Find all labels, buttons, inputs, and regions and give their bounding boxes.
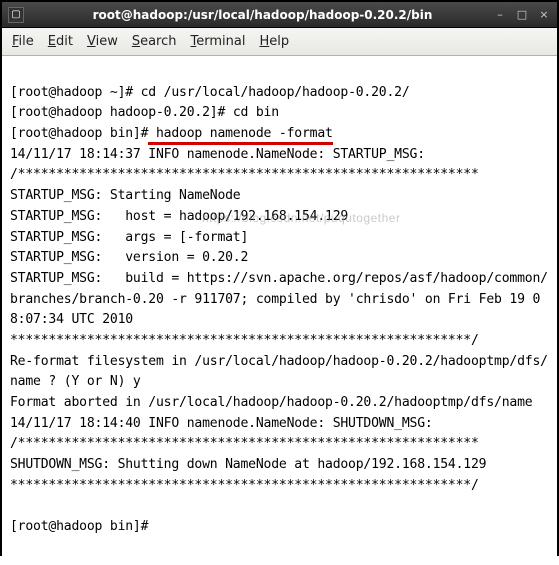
menu-terminal[interactable]: Terminal bbox=[191, 34, 246, 49]
maximize-button[interactable]: □ bbox=[515, 8, 529, 22]
output-line: STARTUP_MSG: Starting NameNode bbox=[10, 188, 241, 203]
prompt: [root@hadoop ~]# bbox=[10, 85, 141, 100]
prompt: [root@hadoop bin]# bbox=[10, 519, 148, 534]
window-titlebar: ▢ root@hadoop:/usr/local/hadoop/hadoop-0… bbox=[2, 2, 557, 28]
terminal-output[interactable]: [root@hadoop ~]# cd /usr/local/hadoop/ha… bbox=[2, 56, 557, 565]
command: cd /usr/local/hadoop/hadoop-0.20.2/ bbox=[141, 85, 410, 100]
command: cd bin bbox=[233, 105, 279, 120]
output-line: Format aborted in /usr/local/hadoop/hado… bbox=[10, 395, 532, 410]
output-line: STARTUP_MSG: args = [-format] bbox=[10, 230, 248, 245]
menu-view[interactable]: View bbox=[87, 34, 118, 49]
minimize-button[interactable]: – bbox=[493, 8, 507, 22]
output-line: SHUTDOWN_MSG: Shutting down NameNode at … bbox=[10, 457, 486, 472]
prompt: [root@hadoop hadoop-0.20.2]# bbox=[10, 105, 233, 120]
window-controls: – □ × bbox=[493, 8, 551, 22]
output-line: /***************************************… bbox=[10, 436, 479, 451]
output-line: /***************************************… bbox=[10, 167, 479, 182]
output-line: ****************************************… bbox=[10, 333, 479, 348]
menu-help[interactable]: Help bbox=[259, 34, 289, 49]
output-line: Re-format filesystem in /usr/local/hadoo… bbox=[10, 354, 548, 390]
menu-edit[interactable]: Edit bbox=[48, 34, 73, 49]
output-line: STARTUP_MSG: build = https://svn.apache.… bbox=[10, 271, 548, 327]
close-button[interactable]: × bbox=[537, 8, 551, 22]
output-line: STARTUP_MSG: host = hadoop/192.168.154.1… bbox=[10, 209, 348, 224]
prompt: [root@hadoop bin]# bbox=[10, 126, 148, 141]
terminal-icon: ▢ bbox=[8, 7, 24, 23]
menu-file[interactable]: File bbox=[12, 34, 34, 49]
window-title: root@hadoop:/usr/local/hadoop/hadoop-0.2… bbox=[32, 8, 493, 22]
output-line: 14/11/17 18:14:37 INFO namenode.NameNode… bbox=[10, 147, 425, 162]
output-line: ****************************************… bbox=[10, 478, 479, 493]
highlighted-command: hadoop namenode -format bbox=[148, 126, 332, 145]
menu-search[interactable]: Search bbox=[132, 34, 177, 49]
output-line: 14/11/17 18:14:40 INFO namenode.NameNode… bbox=[10, 416, 433, 431]
menubar: File Edit View Search Terminal Help bbox=[2, 28, 557, 56]
output-line: STARTUP_MSG: version = 0.20.2 bbox=[10, 250, 248, 265]
